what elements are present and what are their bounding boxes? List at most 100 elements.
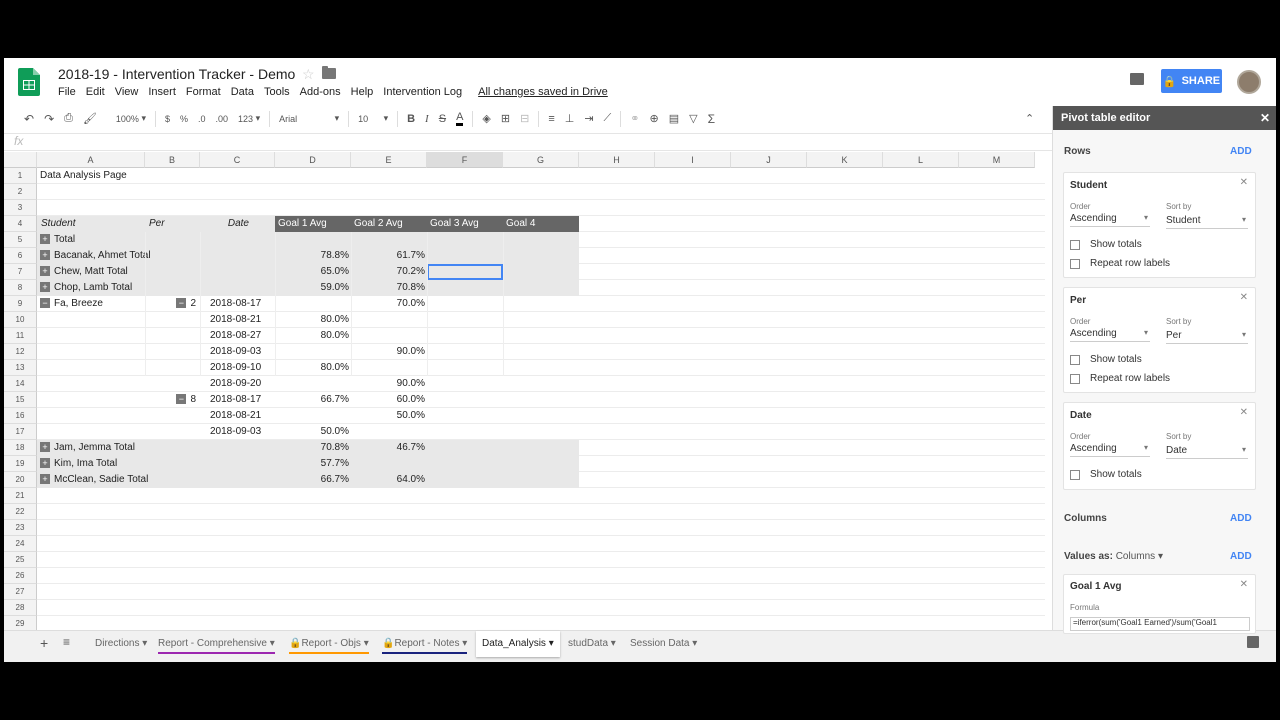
goal2-value[interactable]: 61.7%: [351, 248, 427, 264]
goal1-value[interactable]: 78.8%: [275, 248, 351, 264]
menu-file[interactable]: File: [58, 86, 76, 98]
row-header[interactable]: 21: [4, 488, 37, 504]
header-goal3[interactable]: Goal 3 Avg: [427, 216, 503, 232]
header-goal1[interactable]: Goal 1 Avg: [275, 216, 351, 232]
formula-bar[interactable]: fx: [4, 133, 1052, 151]
header-goal4[interactable]: Goal 4: [503, 216, 579, 232]
goal1-value[interactable]: 66.7%: [275, 392, 351, 408]
formula-input[interactable]: =iferror(sum('Goal1 Earned')/sum('Goal1: [1070, 617, 1250, 631]
goal1-value[interactable]: [275, 296, 351, 312]
row-header[interactable]: 2: [4, 184, 37, 200]
align-left-icon[interactable]: ≡: [548, 113, 554, 125]
expand-icon[interactable]: +: [40, 266, 50, 277]
tab-data-analysis[interactable]: Data_Analysis ▾: [476, 631, 560, 657]
row-header[interactable]: 28: [4, 600, 37, 616]
goal1-value[interactable]: [275, 408, 351, 424]
fill-color-icon[interactable]: ◈: [482, 112, 490, 125]
header-goal2[interactable]: Goal 2 Avg: [351, 216, 427, 232]
values-mode-select[interactable]: Columns ▾: [1116, 551, 1163, 562]
header-date[interactable]: Date: [200, 216, 275, 232]
date-value[interactable]: 2018-08-21: [200, 408, 275, 424]
sheets-logo-icon[interactable]: [18, 68, 40, 96]
selected-cell[interactable]: [427, 264, 503, 280]
zoom-select[interactable]: 100% ▾: [116, 113, 146, 124]
goal2-value[interactable]: 60.0%: [351, 392, 427, 408]
collapse-icon[interactable]: −: [176, 298, 187, 309]
row-header[interactable]: 29: [4, 616, 37, 630]
goal2-value[interactable]: [351, 424, 427, 440]
header-per[interactable]: Per: [145, 216, 200, 232]
italic-button[interactable]: I: [425, 113, 429, 125]
folder-icon[interactable]: [322, 66, 336, 79]
expand-icon[interactable]: +: [40, 442, 50, 453]
borders-icon[interactable]: ⊞: [501, 112, 510, 125]
column-header-j[interactable]: J: [731, 152, 807, 168]
goal2-value[interactable]: 90.0%: [351, 376, 427, 392]
sortby-select[interactable]: Student ▾: [1166, 215, 1248, 229]
goal2-value[interactable]: 64.0%: [351, 472, 427, 488]
all-sheets-icon[interactable]: ≡: [63, 635, 70, 649]
text-rotate-icon[interactable]: ⟋: [604, 112, 612, 125]
add-column-button[interactable]: ADD: [1230, 513, 1252, 524]
menu-help[interactable]: Help: [351, 86, 374, 98]
column-header-e[interactable]: E: [351, 152, 427, 168]
share-button[interactable]: 🔒 SHARE: [1161, 69, 1222, 93]
goal2-value[interactable]: 46.7%: [351, 440, 427, 456]
tab-studdata[interactable]: studData ▾: [568, 634, 616, 654]
row-header[interactable]: 17: [4, 424, 37, 440]
sheet-title[interactable]: Data Analysis Page: [40, 168, 240, 184]
row-header[interactable]: 7: [4, 264, 37, 280]
row-header[interactable]: 22: [4, 504, 37, 520]
goal1-value[interactable]: 80.0%: [275, 360, 351, 376]
link-icon[interactable]: ⚭: [630, 112, 639, 125]
remove-field-icon[interactable]: ✕: [1240, 292, 1248, 303]
goal2-value[interactable]: 70.2%: [351, 264, 427, 280]
empty-cell[interactable]: [427, 456, 579, 472]
date-value[interactable]: 2018-08-17: [200, 296, 275, 312]
sortby-select[interactable]: Date ▾: [1166, 445, 1248, 459]
row-header[interactable]: 9: [4, 296, 37, 312]
goal1-value[interactable]: 80.0%: [275, 328, 351, 344]
date-value[interactable]: 2018-09-10: [200, 360, 275, 376]
spreadsheet-grid[interactable]: A B C D E F G H I J K L M 1 Data Analysis…: [4, 152, 1045, 630]
menu-insert[interactable]: Insert: [148, 86, 176, 98]
goal2-value[interactable]: 90.0%: [351, 344, 427, 360]
remove-field-icon[interactable]: ✕: [1240, 407, 1248, 418]
goal1-value[interactable]: [275, 376, 351, 392]
column-header-k[interactable]: K: [807, 152, 883, 168]
goal1-value[interactable]: 65.0%: [275, 264, 351, 280]
goal1-value[interactable]: 70.8%: [275, 440, 351, 456]
row-header[interactable]: 10: [4, 312, 37, 328]
bold-button[interactable]: B: [407, 113, 415, 125]
menu-edit[interactable]: Edit: [86, 86, 105, 98]
goal1-value[interactable]: 50.0%: [275, 424, 351, 440]
collapse-icon[interactable]: −: [40, 298, 50, 309]
total-row[interactable]: + Total: [37, 232, 579, 248]
column-header-c[interactable]: C: [200, 152, 275, 168]
row-header[interactable]: 23: [4, 520, 37, 536]
row-header[interactable]: 16: [4, 408, 37, 424]
column-header-l[interactable]: L: [883, 152, 959, 168]
goal1-value[interactable]: [275, 344, 351, 360]
add-value-button[interactable]: ADD: [1230, 551, 1252, 562]
order-select[interactable]: Ascending ▾: [1070, 443, 1150, 457]
tab-report-notes[interactable]: 🔒Report - Notes ▾: [382, 634, 468, 654]
row-header[interactable]: 15: [4, 392, 37, 408]
percent-format[interactable]: %: [180, 114, 188, 124]
row-header[interactable]: 5: [4, 232, 37, 248]
collapse-icon[interactable]: −: [176, 394, 187, 405]
tab-report-objs[interactable]: 🔒Report - Objs ▾: [289, 634, 369, 654]
student-total[interactable]: + Chop, Lamb Total: [37, 280, 275, 296]
currency-format[interactable]: $: [165, 114, 170, 124]
column-header-m[interactable]: M: [959, 152, 1035, 168]
row-header[interactable]: 1: [4, 168, 37, 184]
column-header-f[interactable]: F: [427, 152, 503, 168]
document-title[interactable]: 2018-19 - Intervention Tracker - Demo: [58, 66, 295, 82]
show-totals-checkbox[interactable]: [1070, 240, 1080, 250]
header-student[interactable]: Student: [37, 216, 145, 232]
row-header[interactable]: 11: [4, 328, 37, 344]
goal2-value[interactable]: [351, 328, 427, 344]
goal2-value[interactable]: 70.8%: [351, 280, 427, 296]
text-wrap-icon[interactable]: ⇥: [584, 112, 593, 125]
save-status[interactable]: All changes saved in Drive: [478, 86, 608, 98]
